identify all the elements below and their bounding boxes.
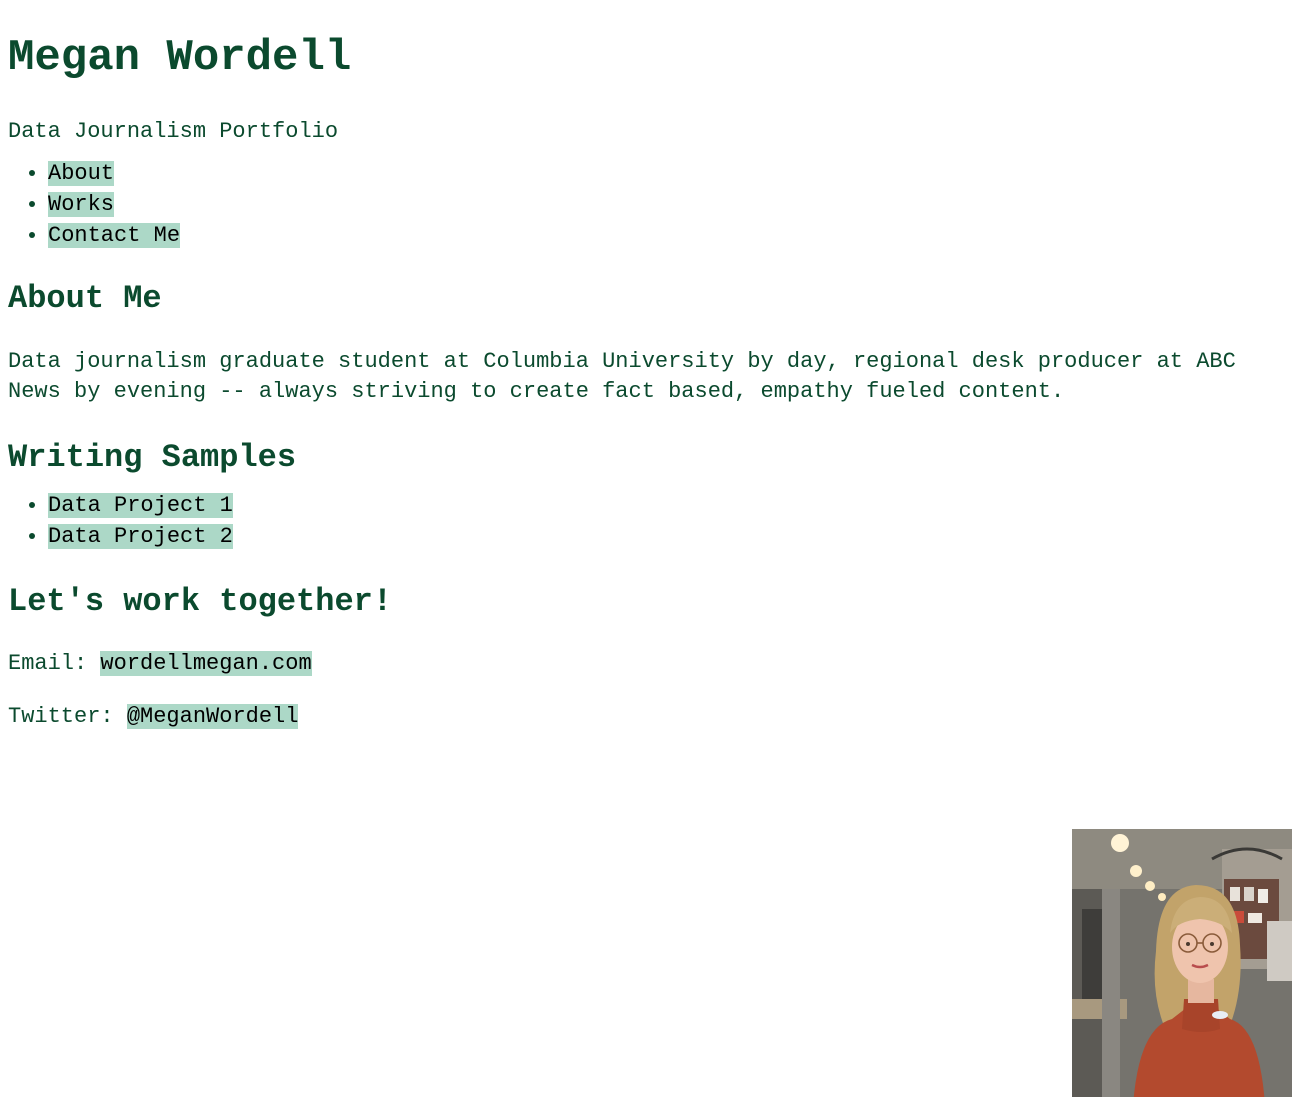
about-text: Data journalism graduate student at Colu… [8,349,1236,404]
data-project-2-link[interactable]: Data Project 2 [48,524,233,549]
nav-link-works[interactable]: Works [48,192,115,217]
page-subtitle: Data Journalism Portfolio [8,119,339,144]
nav-link-contact[interactable]: Contact Me [48,223,181,248]
nav-link-about[interactable]: About [48,161,115,186]
contact-heading: Let's work together! [8,583,393,620]
twitter-link[interactable]: @MeganWordell [126,704,299,729]
twitter-label: Twitter: [8,704,127,729]
about-heading: About Me [8,280,162,317]
writing-samples-heading: Writing Samples [8,439,297,476]
email-line: Email: wordellmegan.com [8,651,1292,677]
page: Megan Wordell Data Journalism Portfolio … [0,32,1300,730]
email-link[interactable]: wordellmegan.com [100,651,312,676]
list-item: Data Project 1 [48,490,1292,521]
list-item: Data Project 2 [48,521,1292,552]
email-label: Email: [8,651,101,676]
nav-menu: About Works Contact Me [8,158,1292,251]
data-project-1-link[interactable]: Data Project 1 [48,493,233,518]
profile-photo [1072,829,1292,1097]
nav-item-about: About [48,158,1292,189]
twitter-line: Twitter: @MeganWordell [8,704,1292,730]
page-title: Megan Wordell [8,33,352,83]
writing-samples-list: Data Project 1 Data Project 2 [8,490,1292,552]
nav-item-contact: Contact Me [48,220,1292,251]
nav-item-works: Works [48,189,1292,220]
